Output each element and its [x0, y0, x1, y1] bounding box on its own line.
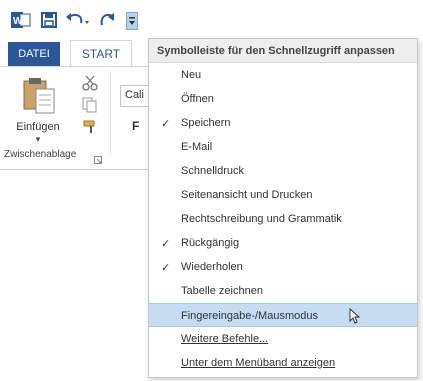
menu-item-tabelle-zeichnen[interactable]: Tabelle zeichnen [149, 279, 417, 303]
menu-item-label: Unter dem Menüband anzeigen [181, 357, 336, 369]
menu-item-rechtschreibung[interactable]: Rechtschreibung und Grammatik [149, 207, 417, 231]
paste-button[interactable]: Einfügen ▼ [12, 75, 64, 145]
menu-item-label: Rechtschreibung und Grammatik [181, 213, 342, 225]
menu-item-label: Speichern [181, 117, 231, 129]
cut-icon[interactable] [82, 75, 98, 96]
menu-item-speichern[interactable]: ✓ Speichern [149, 111, 417, 135]
menu-item-wiederholen[interactable]: ✓ Wiederholen [149, 255, 417, 279]
menu-item-neu[interactable]: Neu [149, 63, 417, 87]
mouse-pointer-icon [349, 307, 361, 327]
format-painter-icon[interactable] [82, 119, 100, 140]
menu-item-rueckgaengig[interactable]: ✓ Rückgängig [149, 231, 417, 255]
menu-item-label: Schnelldruck [181, 165, 244, 177]
menu-item-weitere-befehle[interactable]: Weitere Befehle... [149, 327, 417, 351]
menu-item-label: Weitere Befehle... [181, 333, 269, 345]
check-icon: ✓ [161, 238, 171, 250]
tab-datei[interactable]: DATEI [8, 42, 60, 66]
clipboard-group-label: Zwischenablage [4, 149, 77, 160]
group-divider [110, 71, 111, 155]
customize-qat-icon[interactable] [126, 12, 138, 30]
menu-item-email[interactable]: E-Mail [149, 135, 417, 159]
menu-item-label: Neu [181, 69, 202, 81]
menu-item-fingereingabe[interactable]: Fingereingabe-/Mausmodus [149, 303, 417, 327]
redo-icon[interactable] [96, 9, 118, 31]
dialog-launcher-icon[interactable] [94, 151, 102, 169]
menu-item-label: E-Mail [181, 141, 213, 153]
clipboard-icon [23, 78, 55, 114]
ribbon-panel: Einfügen ▼ Cali F Zwischenablage [0, 66, 160, 170]
check-icon: ✓ [161, 118, 171, 130]
copy-icon[interactable] [82, 97, 98, 118]
menu-item-label: Tabelle zeichnen [181, 285, 263, 297]
undo-icon[interactable] [64, 9, 92, 31]
check-icon: ✓ [161, 262, 171, 274]
paste-label: Einfügen [16, 121, 60, 133]
menu-item-label: Öffnen [181, 93, 214, 105]
title-bar: W [0, 0, 423, 38]
tab-start[interactable]: START [70, 40, 132, 66]
menu-title: Symbolleiste für den Schnellzugriff anpa… [149, 39, 417, 63]
menu-item-label: Fingereingabe-/Mausmodus [181, 310, 318, 322]
chevron-down-icon[interactable]: ▼ [34, 135, 42, 144]
save-icon[interactable] [38, 9, 60, 31]
word-icon[interactable]: W [10, 9, 32, 31]
menu-item-oeffnen[interactable]: Öffnen [149, 87, 417, 111]
bold-button[interactable]: F [132, 119, 139, 133]
menu-item-unter-menueband[interactable]: Unter dem Menüband anzeigen [149, 351, 417, 375]
ribbon-tabs: DATEI START [0, 38, 160, 66]
menu-item-seitenansicht[interactable]: Seitenansicht und Drucken [149, 183, 417, 207]
menu-item-label: Wiederholen [181, 261, 243, 273]
svg-text:W: W [13, 16, 23, 27]
menu-item-label: Rückgängig [181, 237, 240, 249]
customize-qat-menu: Symbolleiste für den Schnellzugriff anpa… [148, 38, 418, 378]
menu-item-schnelldruck[interactable]: Schnelldruck [149, 159, 417, 183]
menu-item-label: Seitenansicht und Drucken [181, 189, 313, 201]
